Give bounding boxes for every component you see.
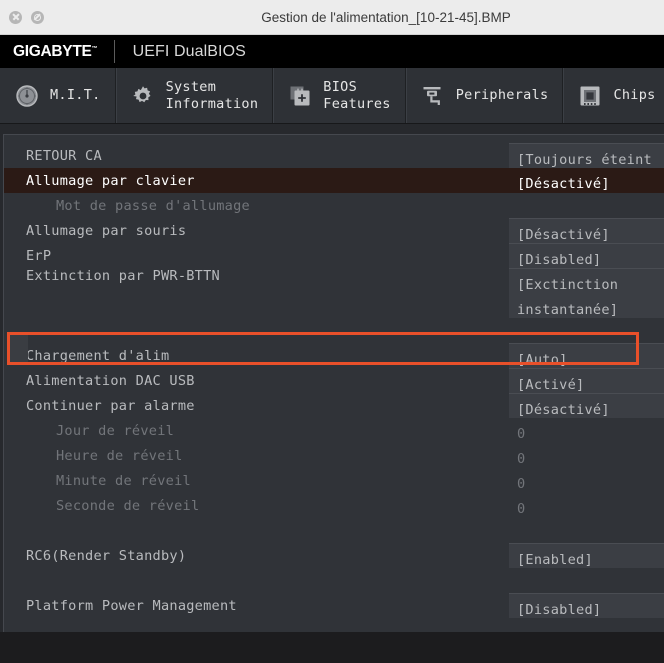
setting-value-cell[interactable]: [Enabled] — [509, 543, 664, 568]
setting-label: Alimentation DAC USB — [26, 372, 195, 389]
settings-row-spacer — [4, 518, 664, 543]
selection-gutter — [10, 335, 28, 362]
tab-mit[interactable]: M.I.T. — [0, 68, 116, 123]
settings-row[interactable]: Allumage par clavier [Désactivé] — [4, 168, 664, 193]
settings-row-spacer — [4, 568, 664, 593]
setting-value-cell[interactable]: [Disabled] — [509, 593, 664, 618]
settings-row-spacer — [4, 318, 664, 343]
setting-label: Continuer par alarme — [26, 397, 195, 414]
setting-value-cell[interactable]: [Activé] — [509, 368, 664, 393]
gigabyte-logo-text: GIGABYTE — [13, 42, 92, 60]
settings-row[interactable]: Platform Power Management [Disabled] — [4, 593, 664, 618]
setting-label: Jour de réveil — [56, 422, 175, 439]
setting-value: [Disabled] — [517, 602, 602, 618]
trademark-mark: ™ — [91, 45, 98, 52]
setting-value-cell[interactable]: 0 — [509, 418, 664, 443]
setting-label: Mot de passe d'allumage — [56, 197, 250, 214]
setting-label: Allumage par souris — [26, 222, 187, 239]
gigabyte-logo: GIGABYTE™ — [0, 43, 98, 61]
tab-bios-features[interactable]: BIOS Features — [273, 68, 406, 123]
settings-row[interactable]: Jour de réveil 0 — [4, 418, 664, 443]
content-area: RETOUR CA[Toujours éteint ]Allumage par … — [0, 124, 664, 632]
window-title: Gestion de l'alimentation_[10-21-45].BMP — [261, 9, 511, 25]
settings-row[interactable]: Allumage par souris [Désactivé] — [4, 218, 664, 243]
main-tab-strip: M.I.T. System Information BIOS Features — [0, 68, 664, 124]
settings-row[interactable]: Extinction par PWR-BTTN [Exctinction inst… — [4, 268, 664, 318]
tab-label-mit: M.I.T. — [50, 87, 101, 103]
chipset-icon — [577, 83, 603, 109]
settings-row[interactable]: Continuer par alarme [Désactivé] — [4, 393, 664, 418]
setting-label: Minute de réveil — [56, 472, 191, 489]
setting-value-cell[interactable]: [Disabled] — [509, 243, 664, 268]
setting-label: RETOUR CA — [26, 147, 102, 164]
setting-value-cell[interactable]: 0 — [509, 493, 664, 518]
settings-row[interactable]: Minute de réveil 0 — [4, 468, 664, 493]
settings-row[interactable]: Alimentation DAC USB [Activé] — [4, 368, 664, 393]
tab-label-peripherals: Peripherals — [455, 87, 549, 103]
tab-peripherals[interactable]: Peripherals — [406, 68, 564, 123]
window-title-bar: Gestion de l'alimentation_[10-21-45].BMP — [0, 0, 664, 35]
tab-chipset[interactable]: Chips — [563, 68, 664, 123]
setting-value-cell[interactable]: 0 — [509, 443, 664, 468]
brand-bar: GIGABYTE™ UEFI DualBIOS — [0, 35, 664, 68]
settings-row[interactable]: Chargement d'alim [Auto] — [4, 343, 664, 368]
setting-label: RC6(Render Standby) — [26, 547, 187, 564]
setting-value: [Exctinction instantanée] — [517, 277, 619, 318]
setting-value-cell[interactable]: [Auto] — [509, 343, 664, 368]
settings-row[interactable]: Seconde de réveil 0 — [4, 493, 664, 518]
settings-panel: RETOUR CA[Toujours éteint ]Allumage par … — [3, 134, 664, 632]
uefi-dualbios-label: UEFI DualBIOS — [132, 42, 246, 60]
setting-label: Extinction par PWR-BTTN — [26, 268, 220, 284]
setting-value-cell[interactable]: [Désactivé] — [509, 218, 664, 243]
setting-value-cell[interactable]: [Toujours éteint ] — [509, 143, 664, 193]
setting-value-cell[interactable]: [Exctinction instantanée] — [509, 268, 664, 318]
setting-label: Allumage par clavier — [26, 172, 195, 189]
tab-system-information[interactable]: System Information — [116, 68, 274, 123]
gear-icon — [130, 83, 156, 109]
brand-divider — [113, 40, 115, 63]
peripheral-plug-icon — [420, 83, 446, 109]
settings-list: RETOUR CA[Toujours éteint ]Allumage par … — [4, 135, 664, 618]
setting-label: Platform Power Management — [26, 597, 237, 614]
settings-row[interactable]: RC6(Render Standby) [Enabled] — [4, 543, 664, 568]
tab-label-bios-features: BIOS Features — [323, 78, 391, 112]
settings-row[interactable]: RETOUR CA [Toujours éteint ] — [4, 143, 664, 193]
chip-plus-icon — [287, 83, 313, 109]
gauge-dial-icon — [14, 83, 40, 109]
tab-label-chipset: Chips — [613, 87, 656, 103]
settings-row[interactable]: Heure de réveil 0 — [4, 443, 664, 468]
setting-value-cell[interactable] — [509, 193, 664, 218]
setting-value-cell[interactable]: 0 — [509, 468, 664, 493]
setting-value-cell[interactable]: [Désactivé] — [509, 168, 664, 193]
setting-label: Heure de réveil — [56, 447, 183, 464]
setting-label: Seconde de réveil — [56, 497, 200, 514]
setting-value-cell[interactable]: [Désactivé] — [509, 393, 664, 418]
settings-row[interactable]: ErP [Disabled] — [4, 243, 664, 268]
setting-label: ErP — [26, 247, 52, 264]
settings-row[interactable]: Mot de passe d'allumage — [4, 193, 664, 218]
tab-label-system-information: System Information — [165, 78, 259, 112]
setting-label: Chargement d'alim — [26, 347, 170, 364]
